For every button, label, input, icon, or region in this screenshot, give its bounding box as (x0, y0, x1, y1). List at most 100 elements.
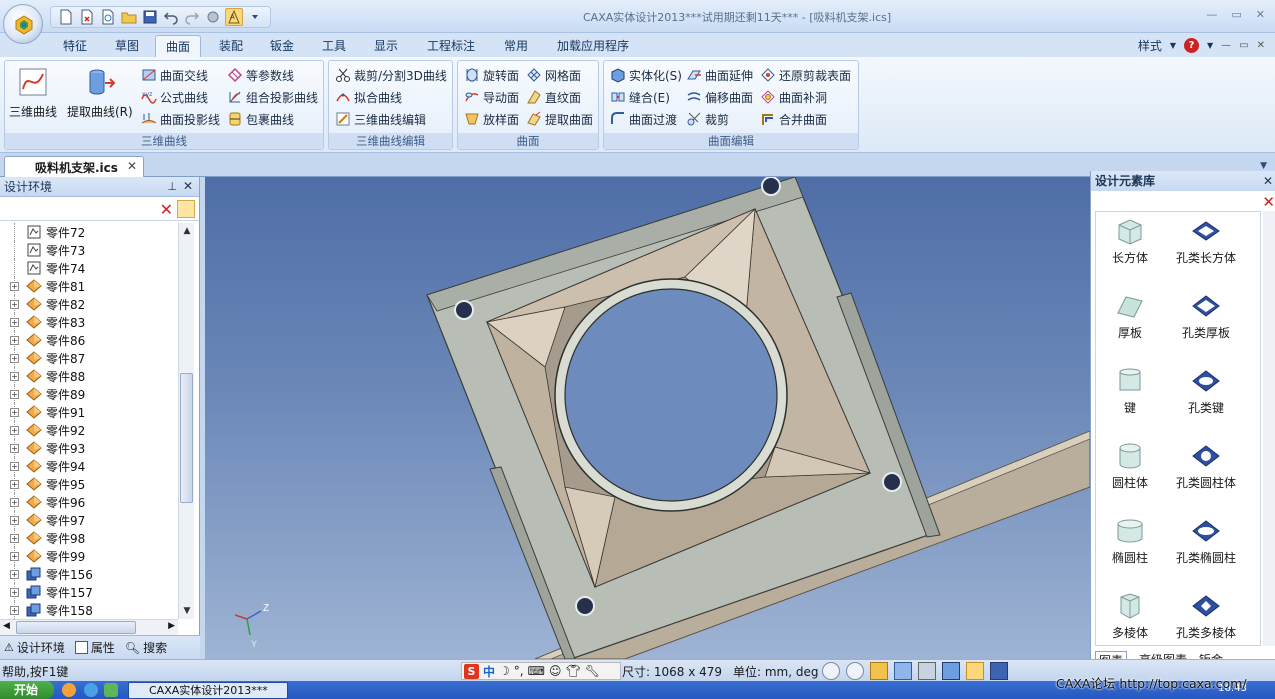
save-icon[interactable] (141, 8, 159, 26)
library-item[interactable]: 键 (1090, 366, 1170, 416)
surface-extend-button[interactable]: 曲面延伸 (686, 65, 753, 85)
redo-icon[interactable] (183, 8, 201, 26)
scroll-up-icon[interactable]: ▲ (179, 223, 195, 239)
merge-surface-button[interactable]: 合并曲面 (760, 109, 827, 129)
delete-icon[interactable]: ✕ (1262, 193, 1275, 211)
revolve-surface-button[interactable]: 旋转面 (464, 65, 519, 85)
surface-projection-line-button[interactable]: 曲面投影线 (141, 109, 220, 129)
expand-icon[interactable]: + (10, 317, 19, 327)
tree-view-icon[interactable] (177, 200, 195, 218)
close-icon[interactable]: ✕ (183, 179, 193, 193)
tab-sketch[interactable]: 草图 (108, 35, 146, 57)
library-item[interactable]: 多棱体 (1090, 591, 1170, 641)
library-item[interactable]: 孔类长方体 (1166, 216, 1246, 266)
undo-icon[interactable] (162, 8, 180, 26)
trim-button[interactable]: 裁剪 (686, 109, 729, 129)
tree-item[interactable]: + 零件83 (0, 313, 180, 331)
tree-item[interactable]: 零件74 (0, 259, 180, 277)
expand-icon[interactable]: + (10, 497, 19, 507)
restore-trimmed-surface-button[interactable]: 还原剪裁表面 (760, 65, 851, 85)
surface-intersection-curve-button[interactable]: 曲面交线 (141, 65, 208, 85)
tree-horizontal-scrollbar[interactable]: ◀ ▶ (0, 619, 178, 635)
new-design-icon[interactable] (78, 8, 96, 26)
library-item[interactable]: 椭圆柱 (1090, 516, 1170, 566)
render-mode-icon[interactable] (894, 662, 912, 680)
tree-item[interactable]: 零件72 (0, 223, 180, 241)
application-menu-button[interactable] (3, 4, 43, 44)
tree-item[interactable]: + 零件97 (0, 511, 180, 529)
design-tree-toggle-icon[interactable]: A (225, 8, 243, 26)
expand-icon[interactable]: + (10, 479, 19, 489)
surface-patch-hole-button[interactable]: 曲面补洞 (760, 87, 827, 107)
expand-icon[interactable]: + (10, 605, 19, 615)
tree-vertical-scrollbar[interactable]: ▲ ▼ (178, 223, 194, 619)
start-button[interactable]: 开始 (0, 681, 54, 699)
tab-assembly[interactable]: 装配 (212, 35, 250, 57)
expand-icon[interactable]: + (10, 515, 19, 525)
expand-icon[interactable]: + (10, 443, 19, 453)
formula-curve-button[interactable]: xyz 公式曲线 (141, 87, 208, 107)
expand-icon[interactable]: + (10, 407, 19, 417)
shading-icon[interactable] (942, 662, 960, 680)
tree-item[interactable]: + 零件82 (0, 295, 180, 313)
tree-item[interactable]: + 零件156 (0, 565, 180, 583)
expand-icon[interactable]: + (10, 389, 19, 399)
tree-item[interactable]: 零件73 (0, 241, 180, 259)
library-item[interactable]: 长方体 (1090, 216, 1170, 266)
extract-curve-button[interactable]: 提取曲线(R) (67, 65, 133, 120)
pin-icon[interactable]: ⊥ (167, 180, 177, 193)
solidify-button[interactable]: 实体化(S) (610, 65, 682, 85)
tab-display[interactable]: 显示 (367, 35, 405, 57)
stitch-button[interactable]: 缝合(E) (610, 87, 670, 107)
browser-icon[interactable] (62, 683, 76, 697)
scroll-left-icon[interactable]: ◀ (3, 621, 10, 631)
tree-item[interactable]: + 零件158 (0, 601, 180, 619)
skin-icon[interactable]: 👕︎ (565, 664, 580, 678)
taskbar-app-button[interactable]: CAXA实体设计2013*** (128, 682, 288, 699)
library-item[interactable]: 圆柱体 (1090, 441, 1170, 491)
expand-icon[interactable]: + (10, 551, 19, 561)
expand-icon[interactable]: + (10, 281, 19, 291)
tree-item[interactable]: + 零件88 (0, 367, 180, 385)
restore-doc-icon[interactable]: — (1221, 40, 1231, 51)
library-item[interactable]: 孔类椭圆柱 (1166, 516, 1246, 566)
tree-item[interactable]: + 零件96 (0, 493, 180, 511)
scroll-down-icon[interactable]: ▼ (179, 603, 195, 619)
3d-curve-button[interactable]: 三维曲线 (9, 65, 57, 120)
expand-icon[interactable]: + (10, 533, 19, 543)
qat-dropdown-icon[interactable] (246, 8, 264, 26)
tree-item[interactable]: + 零件86 (0, 331, 180, 349)
more-view-icon[interactable] (990, 662, 1008, 680)
new-drawing-icon[interactable] (99, 8, 117, 26)
display-mode-icon[interactable] (966, 662, 984, 680)
input-method-toolbar[interactable]: S 中 ☽ °, ⌨ ☺ 👕︎ 🔧︎ (461, 662, 621, 680)
expand-icon[interactable]: + (10, 569, 19, 579)
ie-icon[interactable] (84, 683, 98, 697)
zoom-window-icon[interactable] (822, 662, 840, 680)
document-tab[interactable]: 吸料机支架.ics ✕ (4, 156, 144, 177)
tab-addins[interactable]: 加载应用程序 (550, 35, 636, 57)
expand-icon[interactable]: + (10, 461, 19, 471)
tab-feature[interactable]: 特征 (56, 35, 94, 57)
expand-icon[interactable]: + (10, 335, 19, 345)
punctuation-icon[interactable]: °, (514, 664, 524, 678)
app-shortcut-icon[interactable] (104, 683, 118, 697)
minimize-button[interactable]: — (1206, 8, 1217, 21)
library-item[interactable]: 孔类厚板 (1166, 291, 1246, 341)
tree-item[interactable]: + 零件98 (0, 529, 180, 547)
library-item[interactable]: 孔类键 (1166, 366, 1246, 416)
chevron-down-icon[interactable]: ▼ (1170, 41, 1176, 50)
surface-blend-button[interactable]: 曲面过渡 (610, 109, 677, 129)
zoom-icon[interactable] (846, 662, 864, 680)
tab-properties[interactable]: 属性 (74, 639, 115, 656)
delete-icon[interactable]: ✕ (160, 200, 173, 219)
3d-curve-edit-button[interactable]: 三维曲线编辑 (335, 109, 426, 129)
close-button[interactable]: ✕ (1256, 8, 1265, 21)
chevron-down-icon[interactable]: ▼ (1207, 41, 1213, 50)
tab-common[interactable]: 常用 (497, 35, 535, 57)
expand-icon[interactable]: + (10, 299, 19, 309)
tree-item[interactable]: + 零件91 (0, 403, 180, 421)
3d-viewport[interactable]: Z Y (205, 177, 1090, 659)
extract-surface-button[interactable]: 提取曲面 (526, 109, 593, 129)
wrap-curve-button[interactable]: 包裹曲线 (227, 109, 294, 129)
